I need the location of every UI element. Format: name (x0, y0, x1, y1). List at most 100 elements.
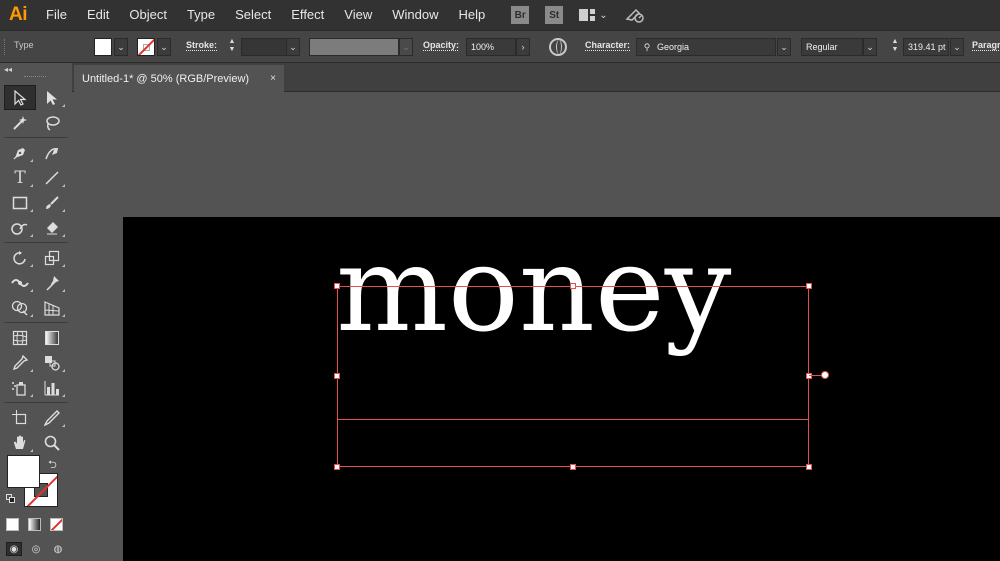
panel-grip[interactable] (24, 76, 46, 79)
shaper-tool-icon[interactable] (4, 215, 36, 240)
rectangle-tool-icon[interactable] (4, 190, 36, 215)
resize-handle-top-left[interactable] (334, 283, 340, 289)
resize-handle-top[interactable] (570, 283, 576, 289)
resize-handle-bottom[interactable] (570, 464, 576, 470)
fill-swatch[interactable] (94, 38, 112, 56)
gradient-mode-icon[interactable] (28, 518, 41, 531)
gradient-tool-icon[interactable] (36, 325, 68, 350)
resize-handle-bottom-right[interactable] (806, 464, 812, 470)
slice-tool-icon[interactable] (36, 405, 68, 430)
artboard-tool-icon[interactable] (4, 405, 36, 430)
menu-bar: Ai File Edit Object Type Select Effect V… (0, 0, 1000, 30)
magic-wand-tool-icon[interactable] (4, 110, 36, 135)
stroke-label[interactable]: Stroke: (186, 40, 217, 50)
perspective-grid-tool-icon[interactable] (36, 295, 68, 320)
menu-object[interactable]: Object (119, 0, 177, 30)
font-size-field[interactable]: 319.41 pt (903, 38, 949, 56)
hand-tool-icon[interactable] (4, 430, 36, 455)
color-mode-row (6, 518, 63, 531)
pen-tool-icon[interactable] (4, 140, 36, 165)
zoom-tool-icon[interactable] (36, 430, 68, 455)
shape-builder-tool-icon[interactable] (4, 295, 36, 320)
opacity-label[interactable]: Opacity: (423, 40, 459, 50)
main-menu: File Edit Object Type Select Effect View… (36, 0, 495, 30)
resize-handle-bottom-left[interactable] (334, 464, 340, 470)
column-graph-tool-icon[interactable] (36, 375, 68, 400)
font-family-dropdown-icon[interactable]: ⌄ (777, 38, 791, 56)
width-tool-icon[interactable] (4, 270, 36, 295)
stroke-weight-field[interactable] (241, 38, 287, 56)
stroke-stepper-icon[interactable]: ▲ ▼ (226, 38, 238, 56)
fill-color-box[interactable] (7, 455, 40, 488)
menu-view[interactable]: View (334, 0, 382, 30)
font-size-stepper-icon[interactable]: ▲ ▼ (889, 38, 901, 56)
variable-width-profile[interactable] (309, 38, 399, 56)
document-tab-bar: Untitled-1* @ 50% (RGB/Preview) × (72, 63, 1000, 92)
workspace-switcher-icon[interactable]: ⌄ (579, 9, 608, 21)
draw-inside-icon[interactable]: ◍ (50, 542, 66, 556)
paintbrush-tool-icon[interactable] (36, 190, 68, 215)
font-size-dropdown-icon[interactable]: ⌄ (950, 38, 964, 56)
stock-icon[interactable]: St (545, 6, 564, 24)
mesh-tool-icon[interactable] (4, 325, 36, 350)
gpu-performance-icon[interactable] (624, 6, 646, 24)
eraser-tool-icon[interactable] (36, 215, 68, 240)
draw-mode-row: ◉ ◎ ◍ (6, 542, 66, 556)
curvature-tool-icon[interactable] (36, 140, 68, 165)
text-widget-handle[interactable] (821, 371, 829, 379)
profile-dropdown-icon[interactable]: ⌄ (399, 38, 413, 56)
character-label[interactable]: Character: (585, 40, 630, 50)
collapse-panel-icon[interactable]: ◂◂ (4, 65, 12, 74)
tools-panel: ◂◂ T ⮌ ◉ ◎ ◍ (0, 63, 72, 561)
search-icon: ⚲ (643, 42, 651, 52)
menu-select[interactable]: Select (225, 0, 281, 30)
app-logo: Ai (9, 4, 28, 25)
blend-tool-icon[interactable] (36, 350, 68, 375)
draw-behind-icon[interactable]: ◎ (28, 542, 44, 556)
close-icon[interactable]: × (262, 73, 284, 84)
stroke-weight-dropdown-icon[interactable]: ⌄ (286, 38, 300, 56)
type-tool-icon[interactable]: T (4, 165, 36, 190)
fill-dropdown-chevron-icon[interactable]: ⌄ (114, 38, 128, 56)
stroke-dropdown-chevron-icon[interactable]: ⌄ (157, 38, 171, 56)
menu-file[interactable]: File (36, 0, 77, 30)
selection-tool-icon[interactable] (4, 85, 36, 110)
eyedropper-tool-icon[interactable] (4, 350, 36, 375)
tool-grid: T (4, 85, 68, 455)
font-family-field[interactable]: ⚲ Georgia (636, 38, 776, 56)
none-mode-icon[interactable] (50, 518, 63, 531)
stroke-swatch[interactable] (137, 38, 155, 56)
resize-handle-top-right[interactable] (806, 283, 812, 289)
direct-selection-tool-icon[interactable] (36, 85, 68, 110)
menu-help[interactable]: Help (448, 0, 495, 30)
resize-handle-right[interactable] (806, 373, 812, 379)
color-mode-icon[interactable] (6, 518, 19, 531)
font-family-value: Georgia (657, 42, 690, 52)
bridge-icon[interactable]: Br (511, 6, 530, 24)
canvas-area[interactable]: money (72, 92, 1000, 561)
document-tab[interactable]: Untitled-1* @ 50% (RGB/Preview) × (74, 65, 284, 92)
context-label: Type (14, 40, 34, 50)
lasso-tool-icon[interactable] (36, 110, 68, 135)
rotate-tool-icon[interactable] (4, 245, 36, 270)
puppet-warp-tool-icon[interactable] (36, 270, 68, 295)
menu-effect[interactable]: Effect (281, 0, 334, 30)
font-style-field[interactable]: Regular (801, 38, 863, 56)
default-fill-stroke-icon[interactable] (6, 494, 15, 503)
panel-grip[interactable] (4, 39, 7, 55)
selection-bounding-box (337, 286, 809, 467)
resize-handle-left[interactable] (334, 373, 340, 379)
recolor-artwork-icon[interactable] (549, 38, 567, 56)
opacity-arrow-icon[interactable]: › (516, 38, 530, 56)
font-style-dropdown-icon[interactable]: ⌄ (863, 38, 877, 56)
line-segment-tool-icon[interactable] (36, 165, 68, 190)
menu-window[interactable]: Window (382, 0, 448, 30)
draw-normal-icon[interactable]: ◉ (6, 542, 22, 556)
artboard[interactable]: money (123, 217, 1000, 561)
menu-edit[interactable]: Edit (77, 0, 119, 30)
menu-type[interactable]: Type (177, 0, 225, 30)
paragraph-label[interactable]: Paragraph (972, 40, 1000, 50)
opacity-field[interactable]: 100% (466, 38, 516, 56)
scale-tool-icon[interactable] (36, 245, 68, 270)
symbol-sprayer-tool-icon[interactable] (4, 375, 36, 400)
